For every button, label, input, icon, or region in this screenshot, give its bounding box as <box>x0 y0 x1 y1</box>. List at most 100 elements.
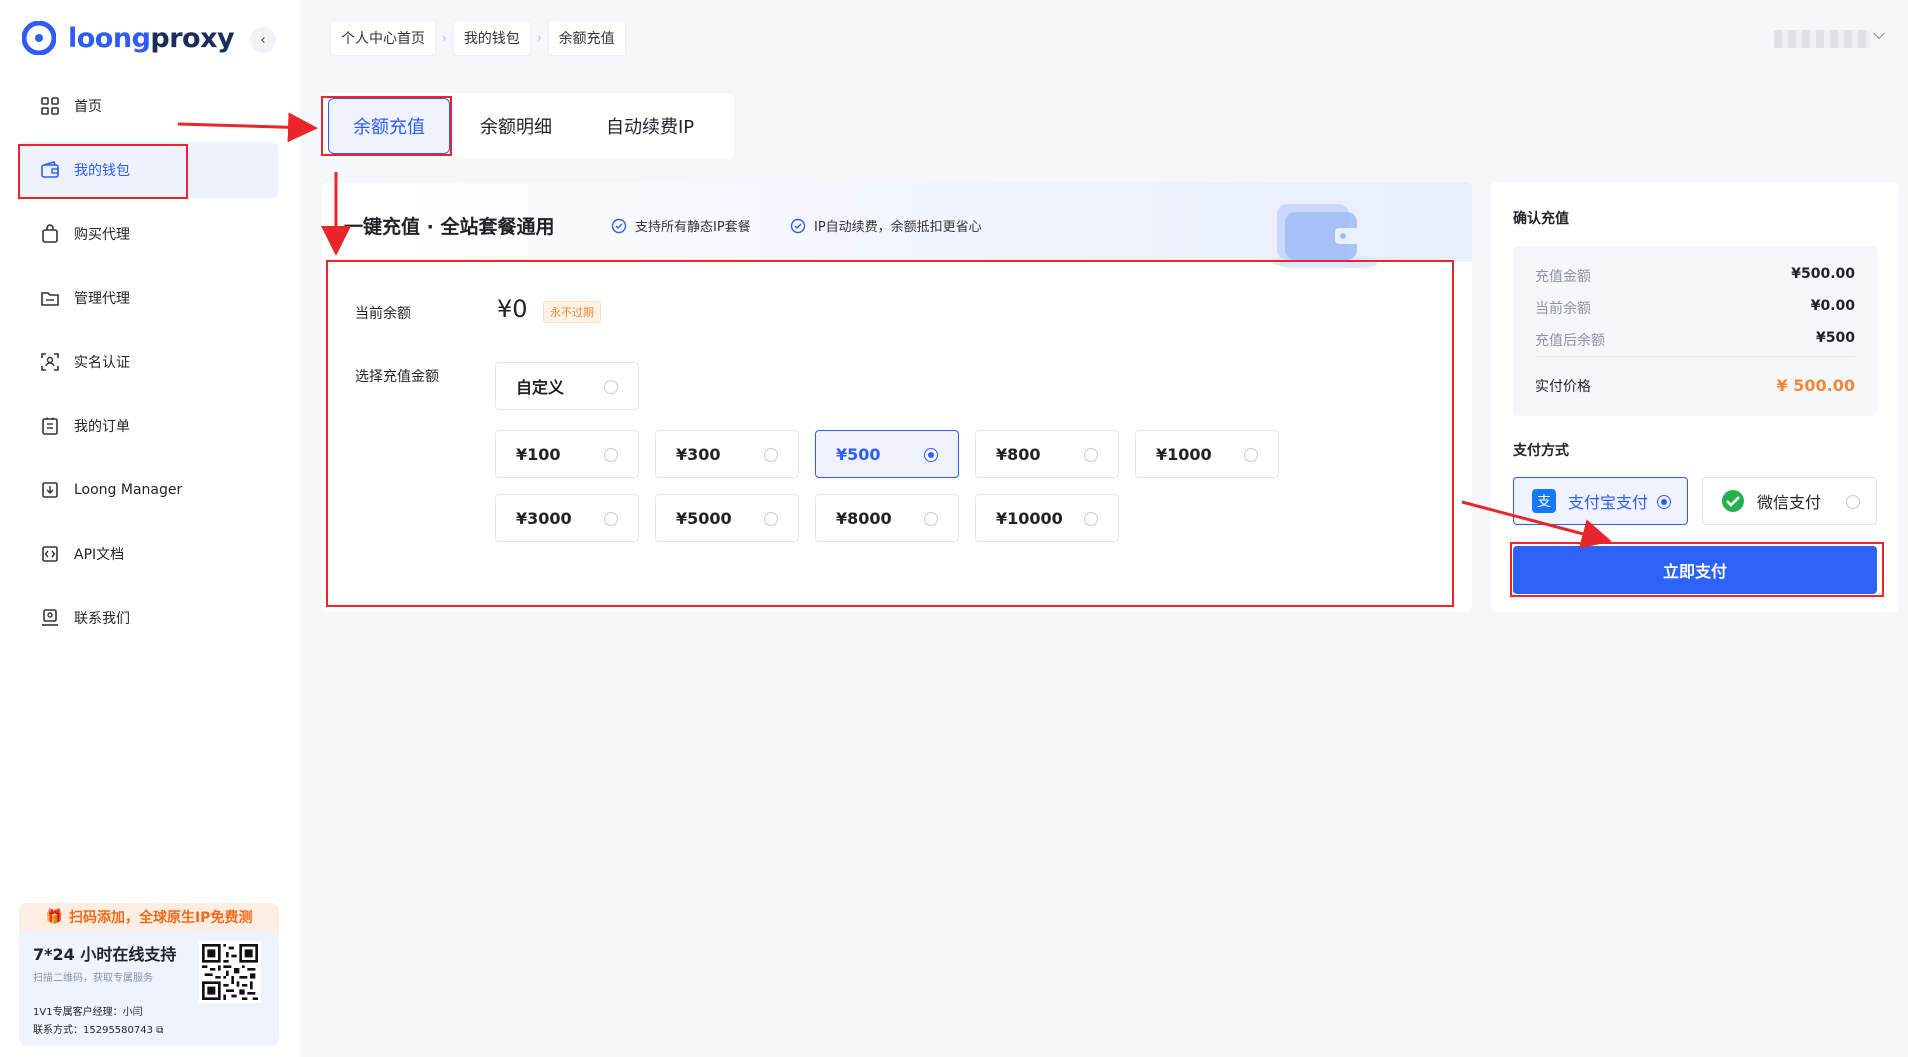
order-icon <box>40 416 60 436</box>
sidebar-item-label: 我的订单 <box>74 419 130 435</box>
sidebar-item-label: API文档 <box>74 547 125 563</box>
wallet-tabs: 余额充值 余额明细 自动续费IP <box>322 93 734 159</box>
radio-icon[interactable] <box>604 512 618 526</box>
sidebar-item-label: 我的钱包 <box>74 163 130 179</box>
summary-row: 充值后余额 ¥500 <box>1535 330 1855 349</box>
logo[interactable]: loongproxy <box>22 18 235 58</box>
feature-auto-renew: IP自动续费，余额抵扣更省心 <box>790 216 982 235</box>
amount-option[interactable]: ¥5000 <box>655 494 799 542</box>
radio-icon[interactable] <box>764 512 778 526</box>
amount-option[interactable]: ¥1000 <box>1135 430 1279 478</box>
radio-icon[interactable] <box>1084 448 1098 462</box>
sidebar-item-label: Loong Manager <box>74 482 183 498</box>
contact-icon <box>40 608 60 628</box>
chevron-left-icon[interactable]: ‹ <box>250 27 276 53</box>
breadcrumb-item[interactable]: 我的钱包 <box>452 20 531 56</box>
sidebar-item-contact[interactable]: 联系我们 <box>18 590 278 646</box>
summary-divider <box>1535 356 1855 357</box>
amount-option[interactable]: ¥300 <box>655 430 799 478</box>
sidebar-item-label: 首页 <box>74 99 102 115</box>
check-circle-icon <box>790 218 806 233</box>
recharge-panel: 一键充值 · 全站套餐通用 支持所有静态IP套餐 IP自动续费，余额抵扣更省心 … <box>322 182 1472 612</box>
download-icon <box>40 480 60 500</box>
summary-row: 充值金额 ¥500.00 <box>1535 266 1855 285</box>
logo-text: loongproxy <box>68 22 235 54</box>
code-doc-icon <box>40 544 60 564</box>
radio-icon[interactable] <box>1084 512 1098 526</box>
app-root: loongproxy ‹ 首页 我的钱包 购买代理 管理代理 实名认证 我的订单… <box>0 0 1908 1057</box>
bag-icon <box>40 224 60 244</box>
qr-code-icon <box>199 941 261 1003</box>
sidebar-item-label: 联系我们 <box>74 611 130 627</box>
sidebar-item-api-docs[interactable]: API文档 <box>18 526 278 582</box>
sidebar-nav: 首页 我的钱包 购买代理 管理代理 实名认证 我的订单 Loong Manage… <box>18 78 278 654</box>
folder-icon <box>40 288 60 308</box>
summary-total: 实付价格 ¥ 500.00 <box>1535 376 1855 395</box>
radio-icon[interactable] <box>1244 448 1258 462</box>
wallet-illustration-icon <box>1272 204 1377 268</box>
loong-logo-icon <box>22 21 56 55</box>
alipay-icon: 支 <box>1532 489 1556 513</box>
breadcrumb: 个人中心首页 › 我的钱包 › 余额充值 <box>330 20 626 56</box>
breadcrumb-item[interactable]: 余额充值 <box>547 20 626 56</box>
sidebar-item-wallet[interactable]: 我的钱包 <box>18 142 278 198</box>
radio-icon[interactable] <box>924 512 938 526</box>
balance-label: 当前余额 <box>355 306 411 322</box>
payment-option-wechat[interactable]: 微信支付 <box>1702 477 1877 525</box>
banner-title: 一键充值 · 全站套餐通用 <box>344 216 555 238</box>
wallet-icon <box>40 160 60 180</box>
breadcrumb-item[interactable]: 个人中心首页 <box>330 20 436 56</box>
grid-icon <box>40 96 60 116</box>
feature-static-ip: 支持所有静态IP套餐 <box>611 216 751 235</box>
order-summary: 充值金额 ¥500.00 当前余额 ¥0.00 充值后余额 ¥500 实付价格 ¥ 50… <box>1513 246 1877 416</box>
chevron-right-icon: › <box>536 31 542 45</box>
sidebar-item-label: 管理代理 <box>74 291 130 307</box>
amount-option[interactable]: ¥100 <box>495 430 639 478</box>
radio-selected-icon[interactable] <box>1657 495 1671 509</box>
payment-method-title: 支付方式 <box>1513 443 1569 459</box>
payment-option-alipay[interactable]: 支 支付宝支付 <box>1513 477 1688 525</box>
radio-selected-icon[interactable] <box>924 448 938 462</box>
confirm-panel: 确认充值 充值金额 ¥500.00 当前余额 ¥0.00 充值后余额 ¥500 实付价… <box>1491 182 1899 612</box>
sidebar-item-label: 购买代理 <box>74 227 130 243</box>
amount-option-custom[interactable]: 自定义 <box>495 362 639 410</box>
amount-option[interactable]: ¥8000 <box>815 494 959 542</box>
wechat-pay-icon <box>1722 490 1744 512</box>
balance-value: ¥0 <box>497 295 528 323</box>
radio-icon[interactable] <box>604 380 618 394</box>
check-circle-icon <box>611 218 627 233</box>
tab-recharge[interactable]: 余额充值 <box>328 98 450 154</box>
promo-headline: 🎁 扫码添加，全球原生IP免费测 <box>19 903 279 931</box>
amount-option-selected[interactable]: ¥500 <box>815 430 959 478</box>
sidebar-item-label: 实名认证 <box>74 355 130 371</box>
svg-text:支: 支 <box>1537 494 1551 510</box>
sidebar-item-home[interactable]: 首页 <box>18 78 278 134</box>
confirm-title: 确认充值 <box>1513 211 1569 227</box>
sidebar-item-buy-proxy[interactable]: 购买代理 <box>18 206 278 262</box>
amount-option[interactable]: ¥10000 <box>975 494 1119 542</box>
radio-icon[interactable] <box>764 448 778 462</box>
radio-icon[interactable] <box>1846 495 1860 509</box>
promo-contact: 联系方式：15295580743 ⧉ <box>33 1025 164 1036</box>
sidebar-item-orders[interactable]: 我的订单 <box>18 398 278 454</box>
promo-manager: 1V1专属客户经理：小闫 <box>33 1007 143 1018</box>
chevron-right-icon: › <box>442 31 447 45</box>
radio-icon[interactable] <box>604 448 618 462</box>
gift-icon: 🎁 <box>45 909 63 925</box>
sidebar-item-loong-manager[interactable]: Loong Manager <box>18 462 278 518</box>
amount-option[interactable]: ¥800 <box>975 430 1119 478</box>
never-expire-badge: 永不过期 <box>543 301 601 323</box>
summary-row: 当前余额 ¥0.00 <box>1535 298 1855 317</box>
amount-label: 选择充值金额 <box>355 369 439 385</box>
support-promo-card: 🎁 扫码添加，全球原生IP免费测 7*24 小时在线支持 扫描二维码，获取专属服… <box>19 903 279 1046</box>
chevron-down-icon[interactable]: ⌵ <box>1873 24 1885 44</box>
sidebar-item-verification[interactable]: 实名认证 <box>18 334 278 390</box>
sidebar-item-manage-proxy[interactable]: 管理代理 <box>18 270 278 326</box>
pay-now-button[interactable]: 立即支付 <box>1513 546 1877 594</box>
tab-auto-renew-ip[interactable]: 自动续费IP <box>582 98 718 154</box>
copy-icon[interactable]: ⧉ <box>156 1025 163 1036</box>
sidebar: loongproxy ‹ 首页 我的钱包 购买代理 管理代理 实名认证 我的订单… <box>0 0 300 1057</box>
amount-option[interactable]: ¥3000 <box>495 494 639 542</box>
user-account-menu[interactable] <box>1774 30 1870 48</box>
tab-balance-details[interactable]: 余额明细 <box>456 98 576 154</box>
